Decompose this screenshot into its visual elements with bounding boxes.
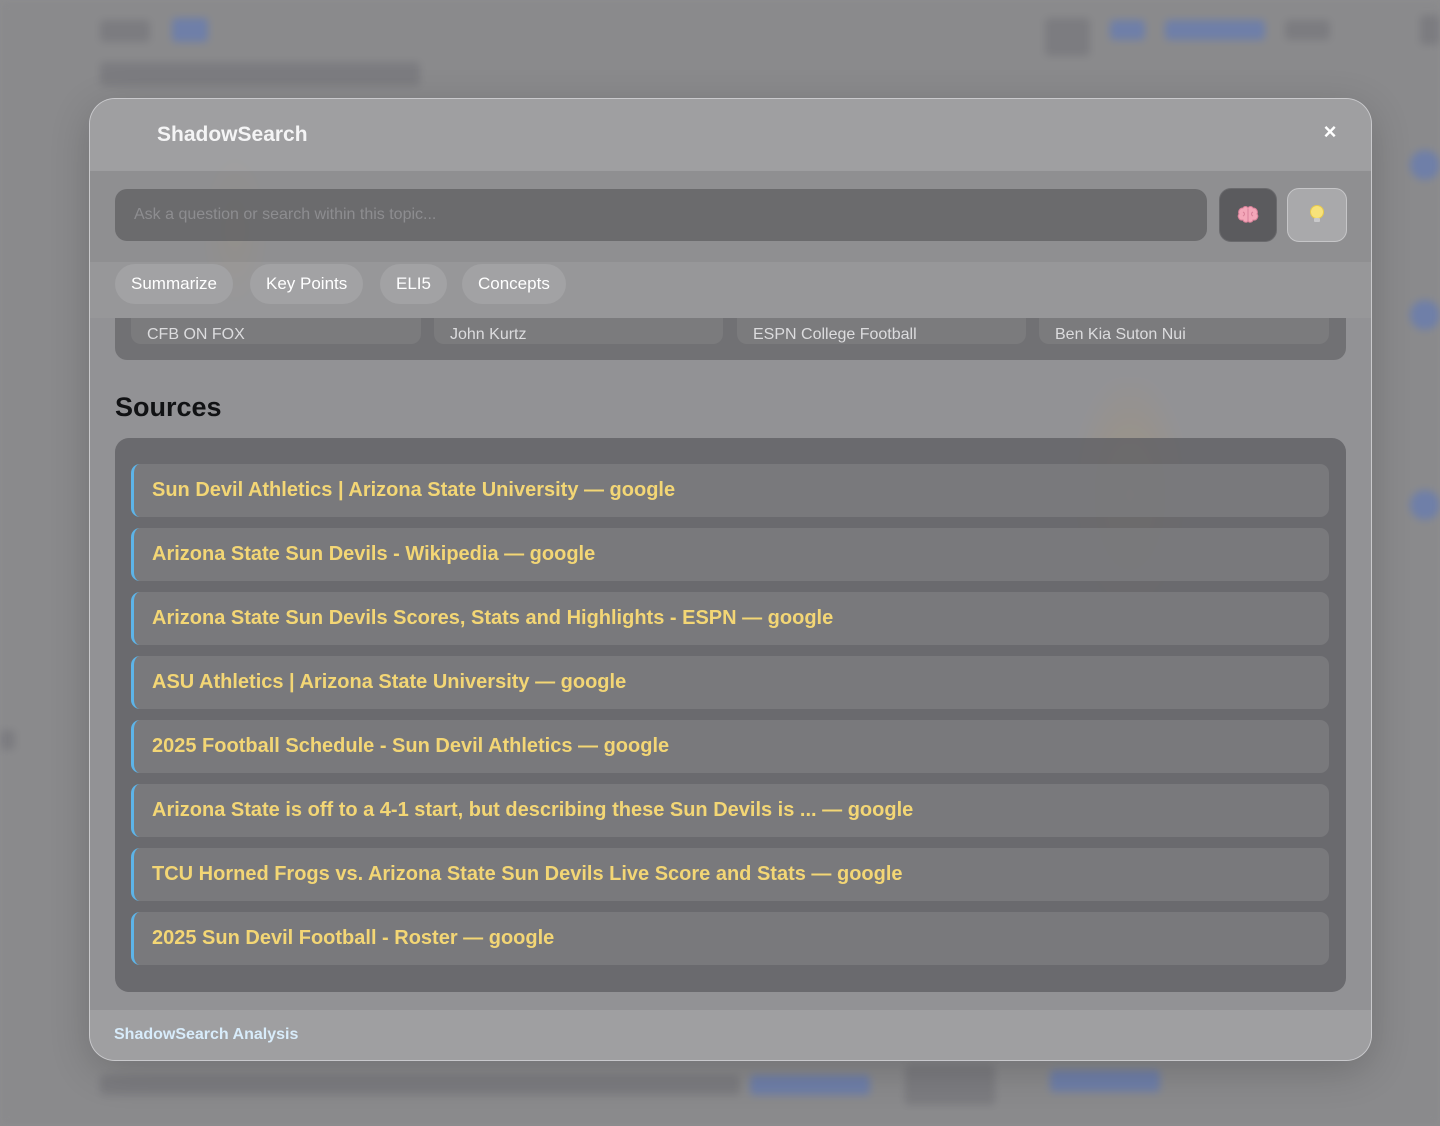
source-link[interactable]: 2025 Football Schedule - Sun Devil Athle… [131,720,1329,773]
related-topic-card[interactable]: John Kurtz [434,318,723,344]
source-link[interactable]: Arizona State Sun Devils Scores, Stats a… [131,592,1329,645]
source-link[interactable]: Sun Devil Athletics | Arizona State Univ… [131,464,1329,517]
search-bar [90,170,1371,262]
bg-block [1410,150,1440,180]
bg-block [750,1075,870,1095]
bg-block [1420,15,1440,45]
related-topics-panel: CFB ON FOX John Kurtz ESPN College Footb… [115,318,1346,360]
related-topic-card[interactable]: ESPN College Football [737,318,1026,344]
shadowsearch-modal: ShadowSearch × Summarize Key Points ELI5… [89,98,1372,1061]
related-topic-label: Ben Kia Suton Nui [1055,326,1186,343]
quick-actions: Summarize Key Points ELI5 Concepts [90,262,1371,318]
bg-block [1110,20,1145,40]
related-topic-card[interactable]: CFB ON FOX [131,318,421,344]
related-topic-label: CFB ON FOX [147,326,245,343]
suggestions-button[interactable] [1287,188,1347,242]
results-scroll-area[interactable]: CFB ON FOX John Kurtz ESPN College Footb… [90,318,1371,1008]
close-button[interactable]: × [1317,119,1343,145]
search-input[interactable] [115,189,1207,241]
modal-title: ShadowSearch [157,123,308,146]
chip-key-points[interactable]: Key Points [250,264,364,304]
sources-list: Sun Devil Athletics | Arizona State Univ… [115,438,1346,992]
bg-block [1165,20,1265,40]
bg-block [1285,20,1330,40]
sources-heading: Sources [115,392,222,422]
chip-concepts[interactable]: Concepts [462,264,566,304]
modal-header: ShadowSearch × [90,99,1371,171]
source-link[interactable]: Arizona State Sun Devils - Wikipedia — g… [131,528,1329,581]
lightbulb-icon [1310,205,1324,225]
bg-block [100,20,150,42]
source-link[interactable]: ASU Athletics | Arizona State University… [131,656,1329,709]
chip-summarize[interactable]: Summarize [115,264,233,304]
bg-block [905,1065,995,1105]
bg-block [1410,490,1440,520]
bg-block [1050,1070,1160,1092]
chip-eli5[interactable]: ELI5 [380,264,447,304]
related-topic-label: John Kurtz [450,326,527,343]
brain-icon [1237,206,1259,223]
bg-block [1045,18,1090,56]
source-link[interactable]: Arizona State is off to a 4-1 start, but… [131,784,1329,837]
bg-block [1410,300,1440,330]
related-topic-label: ESPN College Football [753,326,917,343]
bg-block [100,62,420,86]
bg-block [0,730,15,750]
source-link[interactable]: 2025 Sun Devil Football - Roster — googl… [131,912,1329,965]
source-link[interactable]: TCU Horned Frogs vs. Arizona State Sun D… [131,848,1329,901]
deep-analysis-button[interactable] [1219,188,1277,242]
footer-label: ShadowSearch Analysis [114,1026,299,1043]
bg-block [172,18,208,42]
related-topic-card[interactable]: Ben Kia Suton Nui [1039,318,1329,344]
bg-block [100,1075,740,1095]
modal-footer: ShadowSearch Analysis [90,1010,1371,1060]
